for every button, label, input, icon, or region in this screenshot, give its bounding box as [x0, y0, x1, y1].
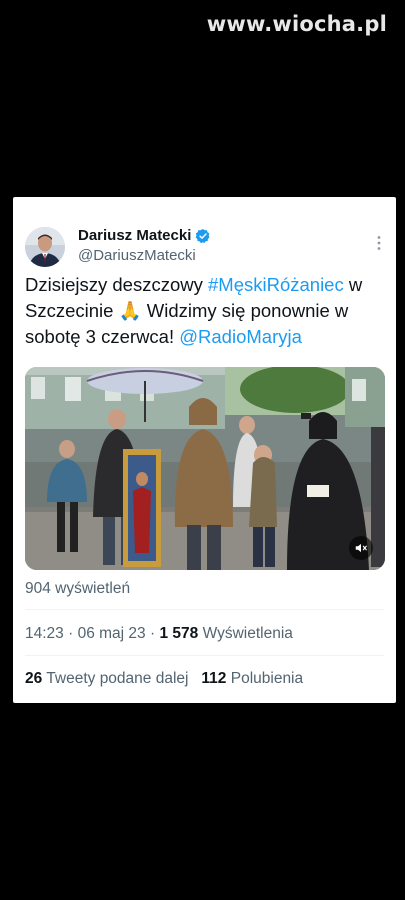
likes-label: Polubienia [230, 670, 304, 687]
tweet-header: Dariusz Matecki @DariuszMatecki [25, 227, 384, 269]
meta-separator: · [68, 625, 74, 642]
author-names: Dariusz Matecki @DariuszMatecki [78, 227, 211, 264]
pray-emoji: 🙏 [118, 300, 142, 321]
tweet-text-part1: Dzisiejszy deszczowy [25, 274, 208, 295]
divider-bottom [25, 655, 384, 656]
likes-count: 112 [201, 670, 227, 687]
video-views-count: 904 wyświetleń [25, 580, 131, 597]
mention-link[interactable]: @RadioMaryja [179, 326, 302, 347]
author-handle[interactable]: @DariuszMatecki [78, 247, 211, 264]
tweet-time[interactable]: 14:23 [25, 625, 64, 642]
author-avatar[interactable] [25, 227, 65, 267]
author-display-name[interactable]: Dariusz Matecki [78, 227, 211, 244]
likes-stat[interactable]: 112 Polubienia [201, 670, 303, 687]
tweet-text: Dzisiejszy deszczowy #MęskiRóżaniec w Sz… [25, 272, 387, 350]
verified-badge-icon [195, 228, 211, 244]
retweets-label: Tweety podane dalej [46, 670, 189, 687]
views-label: Wyświetlenia [202, 625, 293, 642]
tweet-stats: 26 Tweety podane dalej 112 Polubienia [25, 670, 303, 688]
video-frame-illustration [25, 367, 385, 570]
site-watermark: www.wiocha.pl [206, 12, 387, 36]
views-count: 1 578 [159, 625, 199, 642]
meta-separator-2: · [149, 625, 156, 642]
tweet-video[interactable] [25, 367, 385, 570]
retweets-stat[interactable]: 26 Tweety podane dalej [25, 670, 193, 687]
tweet-meta: 14:23 · 06 maj 23 · 1 578 Wyświetlenia [25, 625, 293, 643]
author-name-text: Dariusz Matecki [78, 227, 192, 244]
tweet-card: Dariusz Matecki @DariuszMatecki Dzisiejs… [13, 197, 396, 703]
divider-top [25, 609, 384, 610]
more-options-icon[interactable] [376, 235, 382, 251]
hashtag-link[interactable]: #MęskiRóżaniec [208, 274, 344, 295]
retweets-count: 26 [25, 670, 43, 687]
tweet-date[interactable]: 06 maj 23 [78, 625, 146, 642]
speaker-muted-icon[interactable] [349, 536, 373, 560]
